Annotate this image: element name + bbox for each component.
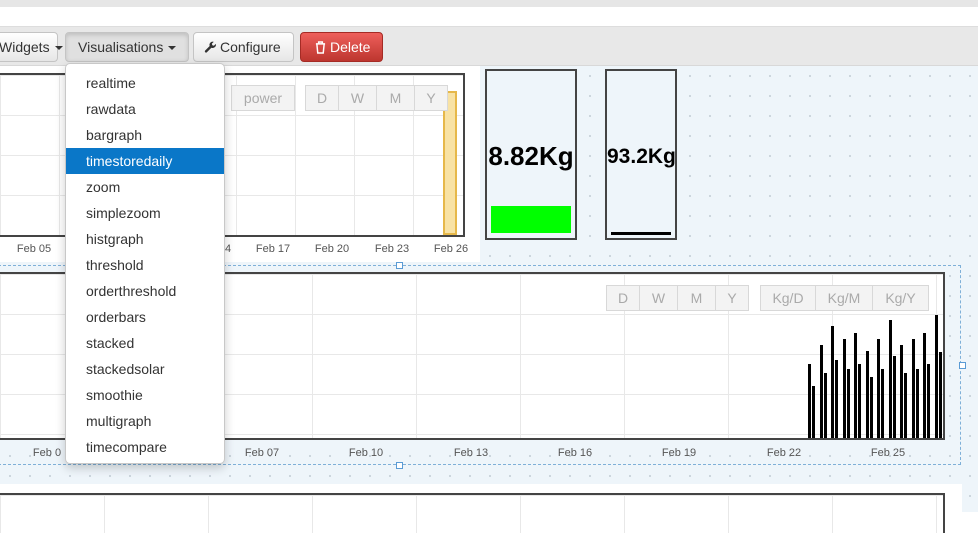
menu-item-threshold[interactable]: threshold [66, 252, 224, 278]
chart-bar [938, 352, 942, 438]
x-tick: Feb 10 [348, 447, 384, 459]
menu-item-zoom[interactable]: zoom [66, 174, 224, 200]
graph2-kgm-button[interactable]: Kg/M [815, 285, 873, 311]
menu-item-smoothie[interactable]: smoothie [66, 382, 224, 408]
graph-widget-3[interactable] [0, 484, 962, 533]
graph1-day-button[interactable]: D [305, 85, 339, 111]
feed-level-bar [491, 206, 571, 233]
graph2-kgy-button[interactable]: Kg/Y [872, 285, 929, 311]
x-tick: Feb 25 [870, 447, 906, 459]
x-tick: Feb 16 [557, 447, 593, 459]
x-tick: Feb 13 [453, 447, 489, 459]
visualisations-button[interactable]: Visualisations [65, 32, 190, 62]
visualisations-label: Visualisations [78, 39, 164, 55]
trash-icon [315, 41, 326, 54]
graph1-power-button[interactable]: power [231, 85, 295, 111]
menu-item-stackedsolar[interactable]: stackedsolar [66, 356, 224, 382]
graph1-month-button[interactable]: M [376, 85, 415, 111]
resize-handle[interactable] [396, 462, 403, 469]
configure-label: Configure [220, 39, 281, 55]
chart-bar [808, 364, 811, 438]
resize-handle[interactable] [959, 362, 966, 369]
graph2-month-button[interactable]: M [677, 285, 716, 311]
chevron-down-icon [54, 46, 63, 51]
chart-bar [904, 373, 907, 438]
configure-button[interactable]: Configure [193, 32, 294, 62]
x-tick: Feb 05 [16, 243, 52, 255]
x-tick: Feb 17 [255, 243, 291, 255]
graph2-year-button[interactable]: Y [715, 285, 749, 311]
chart-bar [877, 339, 880, 438]
resize-handle[interactable] [396, 262, 403, 269]
chart-bar [846, 369, 850, 438]
dashboard-toolbar: Widgets Visualisations Configure Delete [0, 26, 978, 66]
menu-item-timecompare[interactable]: timecompare [66, 434, 224, 460]
delete-button[interactable]: Delete [300, 32, 384, 62]
x-tick: Feb 07 [244, 447, 280, 459]
chart-bar [911, 339, 915, 438]
menu-item-histgraph[interactable]: histgraph [66, 226, 224, 252]
chart-bar [858, 364, 861, 438]
graph3-plot-area [0, 493, 945, 533]
graph1-year-button[interactable]: Y [414, 85, 448, 111]
x-tick: Feb 22 [766, 447, 802, 459]
menu-item-bargraph[interactable]: bargraph [66, 122, 224, 148]
x-tick: Feb 23 [374, 243, 410, 255]
chart-bar [854, 333, 857, 438]
menu-item-rawdata[interactable]: rawdata [66, 96, 224, 122]
menu-item-orderthreshold[interactable]: orderthreshold [66, 278, 224, 304]
chart-bar [927, 364, 930, 438]
chart-bar [915, 369, 919, 438]
x-tick: Feb 19 [661, 447, 697, 459]
chart-bar [865, 351, 869, 438]
chart-bar [900, 345, 903, 438]
graph1-week-button[interactable]: W [338, 85, 377, 111]
chart-bar [842, 339, 846, 438]
x-tick: Feb 26 [433, 243, 469, 255]
feed-value-text: 93.2Kg [607, 145, 676, 168]
x-tick: Feb 20 [314, 243, 350, 255]
graph1-selection-bar [443, 91, 457, 235]
feed-value-widget-2[interactable]: 93.2Kg [605, 69, 677, 240]
chart-bar [831, 326, 834, 438]
chart-bar [823, 373, 827, 438]
menu-item-stacked[interactable]: stacked [66, 330, 224, 356]
graph2-kgd-button[interactable]: Kg/D [760, 285, 816, 311]
chevron-down-icon [168, 46, 177, 51]
graph2-day-button[interactable]: D [606, 285, 640, 311]
chart-bar [888, 320, 892, 438]
menu-item-realtime[interactable]: realtime [66, 70, 224, 96]
x-tick: 4 [224, 243, 232, 255]
chart-bar [835, 360, 838, 438]
x-tick: Feb 0 [32, 447, 62, 459]
visualisations-dropdown-menu: realtime rawdata bargraph timestoredaily zoo… [65, 63, 225, 464]
menu-item-multigraph[interactable]: multigraph [66, 408, 224, 434]
delete-label: Delete [330, 39, 371, 55]
chart-bar [881, 369, 884, 438]
wrench-icon [204, 41, 216, 53]
chart-bar [923, 333, 926, 438]
widgets-label: Widgets [0, 39, 50, 55]
top-bar [0, 0, 978, 7]
chart-bar [819, 345, 823, 438]
menu-item-timestoredaily[interactable]: timestoredaily [66, 148, 224, 174]
graph2-week-button[interactable]: W [639, 285, 678, 311]
menu-item-orderbars[interactable]: orderbars [66, 304, 224, 330]
feed-value-text: 8.82Kg [488, 141, 574, 171]
chart-bar [812, 386, 815, 438]
chart-bar [892, 356, 896, 438]
widgets-button[interactable]: Widgets [0, 32, 63, 62]
menu-item-simplezoom[interactable]: simplezoom [66, 200, 224, 226]
feed-value-widget-1[interactable]: 8.82Kg [485, 69, 577, 240]
feed-level-bar [611, 232, 671, 235]
chart-bar [869, 377, 873, 438]
chart-bar [934, 315, 938, 438]
